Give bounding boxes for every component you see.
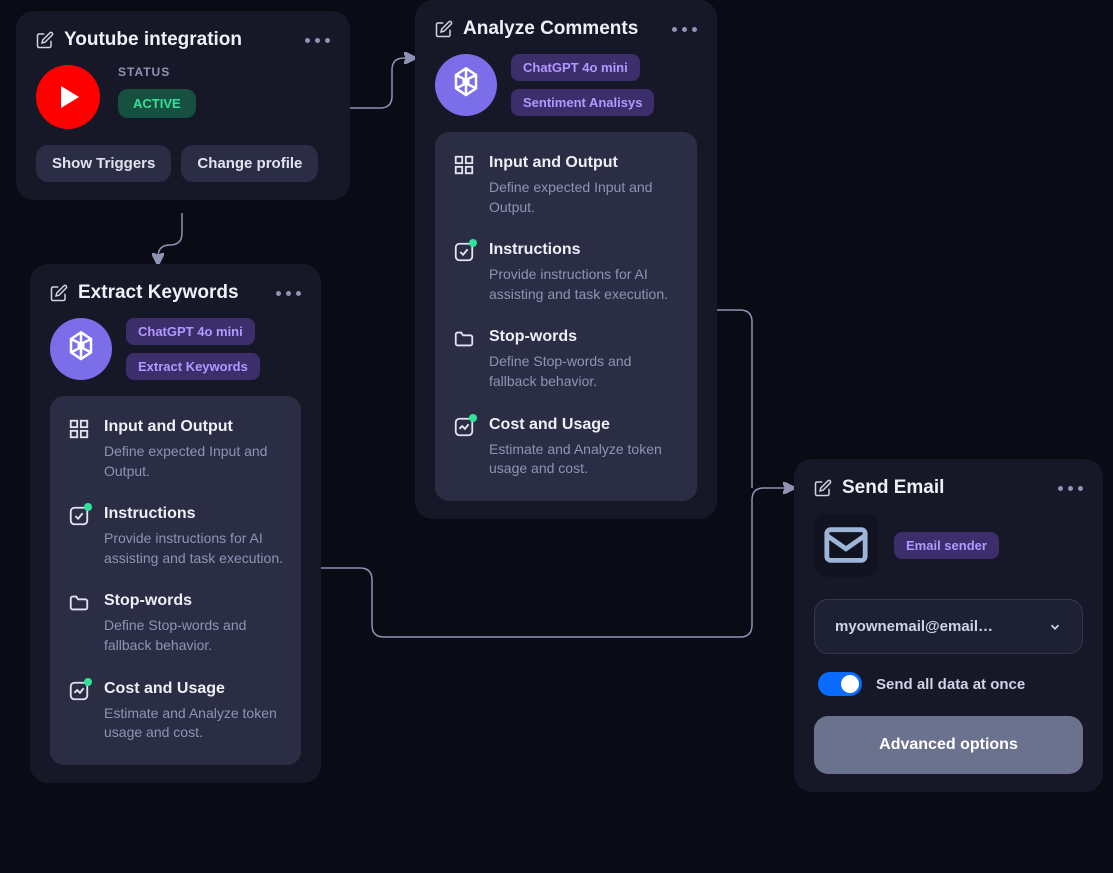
config-item-desc: Define Stop-words and fallback behavior. — [489, 352, 679, 391]
check-square-icon — [453, 241, 475, 263]
config-item[interactable]: Stop-words Define Stop-words and fallback… — [68, 592, 283, 655]
edit-icon[interactable] — [814, 479, 832, 497]
card-title: Youtube integration — [64, 29, 242, 51]
config-item-desc: Estimate and Analyze token usage and cos… — [489, 440, 679, 479]
edit-icon[interactable] — [36, 31, 54, 49]
send-all-toggle[interactable] — [818, 672, 862, 696]
card-title: Send Email — [842, 477, 944, 499]
config-item[interactable]: Instructions Provide instructions for AI … — [453, 241, 679, 304]
config-item-desc: Define expected Input and Output. — [489, 178, 679, 217]
email-sender-tag: Email sender — [894, 532, 999, 559]
config-item-desc: Define Stop-words and fallback behavior. — [104, 616, 283, 655]
youtube-integration-card: Youtube integration STATUS ACTIVE Show T… — [16, 11, 350, 200]
more-icon[interactable] — [672, 27, 697, 32]
email-select[interactable]: myownemail@email… — [814, 599, 1083, 654]
more-icon[interactable] — [305, 38, 330, 43]
model-tag: ChatGPT 4o mini — [511, 54, 640, 81]
action-tag: Sentiment Analisys — [511, 89, 654, 116]
config-item[interactable]: Stop-words Define Stop-words and fallback… — [453, 328, 679, 391]
analyze-comments-card: Analyze Comments ChatGPT 4o mini Sentime… — [415, 0, 717, 519]
chart-icon — [68, 680, 90, 702]
email-select-value: myownemail@email… — [835, 618, 993, 635]
card-title: Extract Keywords — [78, 282, 239, 304]
grid-icon — [453, 154, 475, 176]
config-item[interactable]: Instructions Provide instructions for AI … — [68, 505, 283, 568]
email-icon — [814, 513, 878, 577]
config-item-title: Instructions — [489, 241, 679, 259]
grid-icon — [68, 418, 90, 440]
folder-icon — [68, 592, 90, 614]
config-item-desc: Estimate and Analyze token usage and cos… — [104, 704, 283, 743]
config-panel-analyze: Input and Output Define expected Input an… — [435, 132, 697, 501]
config-item[interactable]: Cost and Usage Estimate and Analyze token… — [68, 680, 283, 743]
edit-icon[interactable] — [50, 284, 68, 302]
edit-icon[interactable] — [435, 20, 453, 38]
more-icon[interactable] — [276, 291, 301, 296]
model-tag: ChatGPT 4o mini — [126, 318, 255, 345]
show-triggers-button[interactable]: Show Triggers — [36, 145, 171, 182]
change-profile-button[interactable]: Change profile — [181, 145, 318, 182]
extract-keywords-card: Extract Keywords ChatGPT 4o mini Extract… — [30, 264, 321, 783]
send-email-card: Send Email Email sender myownemail@email… — [794, 459, 1103, 792]
chart-icon — [453, 416, 475, 438]
status-badge: ACTIVE — [118, 89, 196, 118]
config-item-title: Stop-words — [489, 328, 679, 346]
config-item[interactable]: Cost and Usage Estimate and Analyze token… — [453, 416, 679, 479]
toggle-label: Send all data at once — [876, 676, 1025, 693]
youtube-logo-icon — [36, 65, 100, 129]
config-item-title: Cost and Usage — [489, 416, 679, 434]
openai-logo-icon — [50, 318, 112, 380]
config-item[interactable]: Input and Output Define expected Input an… — [453, 154, 679, 217]
config-item-desc: Provide instructions for AI assisting an… — [489, 265, 679, 304]
config-item-title: Input and Output — [489, 154, 679, 172]
config-item-title: Cost and Usage — [104, 680, 283, 698]
config-item-title: Input and Output — [104, 418, 283, 436]
folder-icon — [453, 328, 475, 350]
config-item-desc: Provide instructions for AI assisting an… — [104, 529, 283, 568]
action-tag: Extract Keywords — [126, 353, 260, 380]
config-item[interactable]: Input and Output Define expected Input an… — [68, 418, 283, 481]
check-square-icon — [68, 505, 90, 527]
openai-logo-icon — [435, 54, 497, 116]
more-icon[interactable] — [1058, 486, 1083, 491]
chevron-down-icon — [1048, 620, 1062, 634]
status-label: STATUS — [118, 65, 196, 79]
advanced-options-button[interactable]: Advanced options — [814, 716, 1083, 774]
config-panel-extract: Input and Output Define expected Input an… — [50, 396, 301, 765]
config-item-title: Stop-words — [104, 592, 283, 610]
config-item-desc: Define expected Input and Output. — [104, 442, 283, 481]
card-title: Analyze Comments — [463, 18, 638, 40]
config-item-title: Instructions — [104, 505, 283, 523]
